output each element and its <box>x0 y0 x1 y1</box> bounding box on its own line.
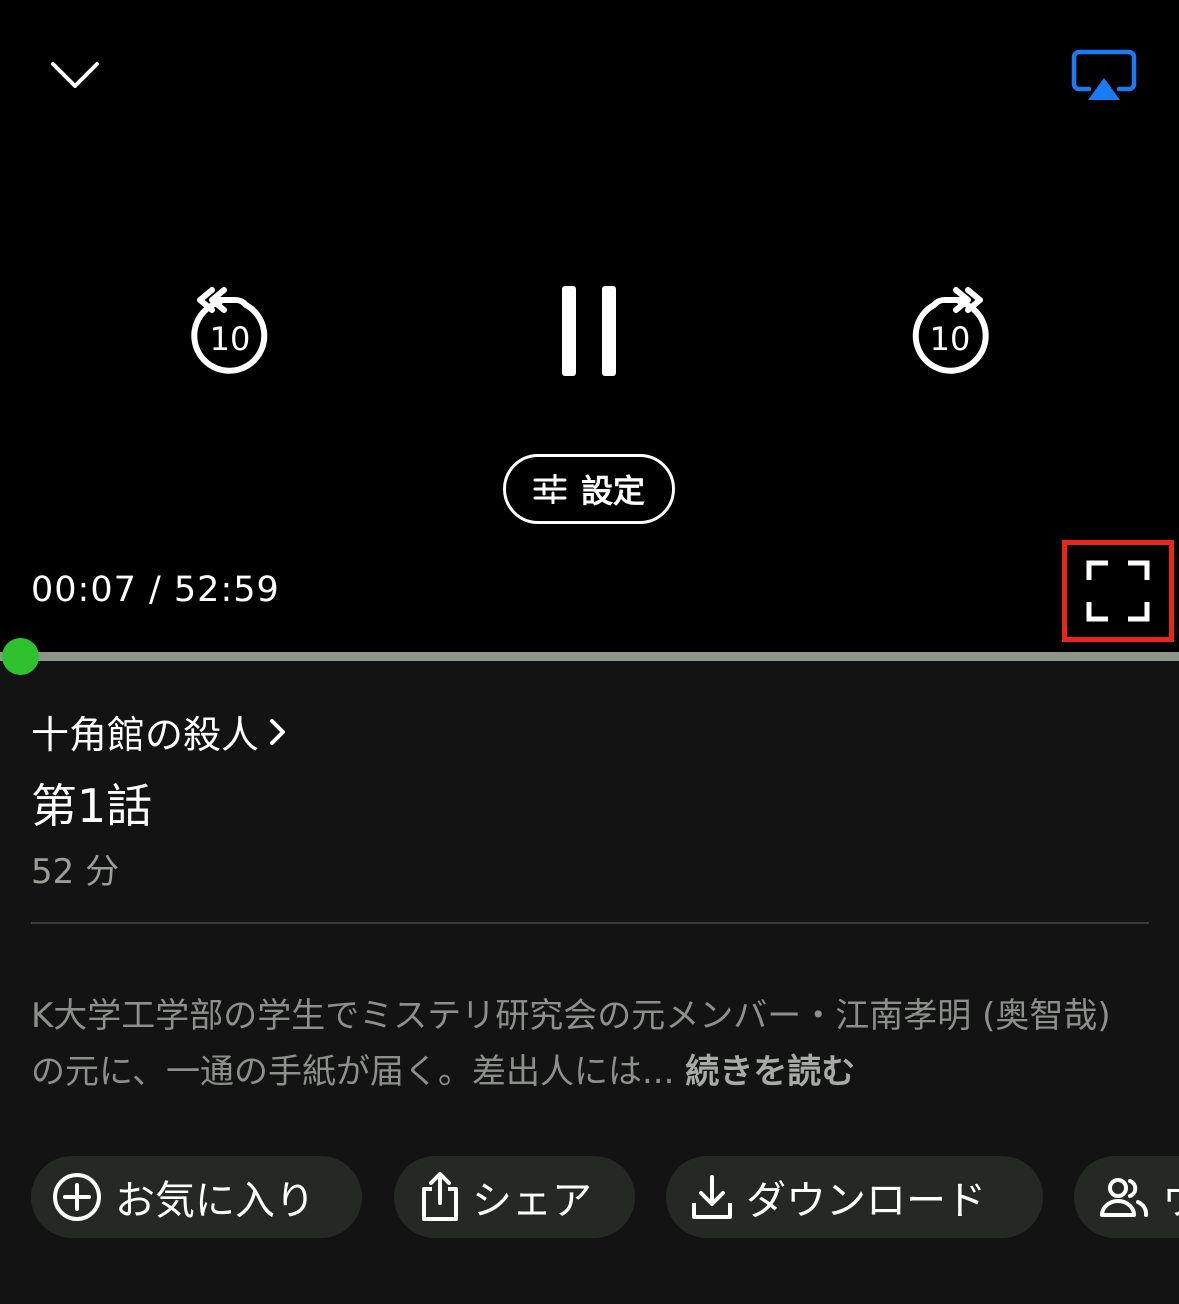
watch-party-icon <box>1100 1178 1149 1217</box>
add-circle-icon <box>53 1173 101 1221</box>
pause-icon <box>562 286 616 376</box>
series-link[interactable]: 十角館の殺人 <box>31 704 287 759</box>
read-more-link[interactable]: 続きを読む <box>685 1052 855 1092</box>
airplay-button[interactable] <box>1064 44 1144 108</box>
download-icon <box>692 1175 732 1219</box>
rewind-10-button[interactable]: 10 <box>176 276 286 386</box>
forward-10-icon: 10 <box>912 287 989 374</box>
download-label: ダウンロード <box>746 1178 986 1224</box>
chevron-down-icon <box>51 62 99 88</box>
airplay-icon <box>1071 49 1137 100</box>
chevron-right-icon <box>270 718 286 745</box>
forward-seconds-label: 10 <box>930 320 971 358</box>
share-label: シェア <box>472 1178 592 1224</box>
pause-button[interactable] <box>540 276 640 386</box>
rewind-seconds-label: 10 <box>210 320 251 358</box>
favorite-button[interactable]: お気に入り <box>31 1156 362 1238</box>
sliders-icon <box>533 474 567 504</box>
rewind-10-icon: 10 <box>191 287 268 374</box>
settings-button[interactable]: 設定 <box>503 454 675 524</box>
watch-party-button[interactable]: ウ <box>1074 1156 1179 1238</box>
forward-10-button[interactable]: 10 <box>894 276 1004 386</box>
download-button[interactable]: ダウンロード <box>666 1156 1043 1238</box>
episode-description: K大学工学部の学生でミステリ研究会の元メンバー・江南孝明 (奥智哉) の元に、一… <box>31 988 1151 1100</box>
episode-duration: 52 分 <box>31 852 120 892</box>
description-text: K大学工学部の学生でミステリ研究会の元メンバー・江南孝明 (奥智哉) の元に、一… <box>31 996 1111 1092</box>
progress-knob[interactable] <box>2 638 40 675</box>
watch-party-label: ウ <box>1162 1168 1179 1226</box>
fullscreen-button[interactable] <box>1062 540 1174 642</box>
episode-title: 第1話 <box>31 779 153 833</box>
divider <box>31 922 1149 924</box>
fullscreen-icon <box>1086 560 1150 622</box>
share-button[interactable]: シェア <box>394 1156 635 1238</box>
progress-track[interactable] <box>0 652 1179 661</box>
series-title: 十角館の殺人 <box>31 713 260 757</box>
settings-label: 設定 <box>580 472 645 510</box>
share-icon <box>422 1172 458 1221</box>
video-player[interactable]: 10 10 設定 00:07 / 52:59 <box>0 0 1179 656</box>
playback-time: 00:07 / 52:59 <box>31 570 280 610</box>
favorite-label: お気に入り <box>115 1178 315 1224</box>
collapse-button[interactable] <box>40 48 110 102</box>
